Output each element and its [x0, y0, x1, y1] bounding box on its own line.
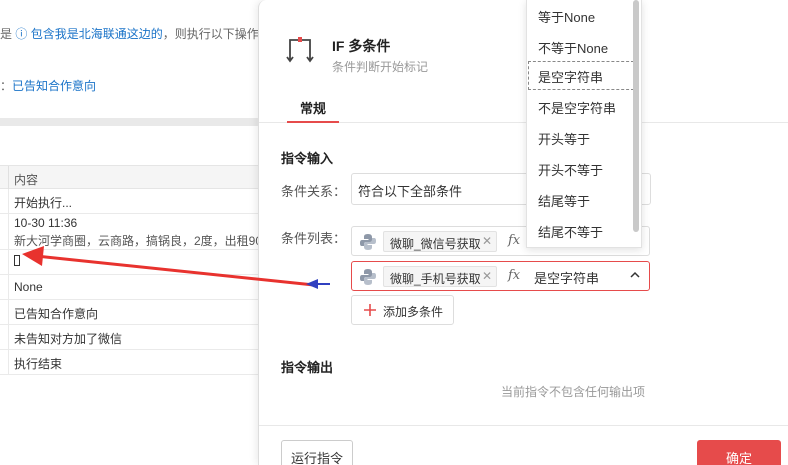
section-output-title: 指令输出 — [281, 360, 334, 375]
empty-value-box — [14, 255, 20, 266]
no-output-message: 当前指令不包含任何输出项 — [501, 385, 646, 399]
close-icon[interactable]: ✕ — [482, 234, 492, 248]
log-table-header: 内容 — [0, 165, 260, 190]
confirm-button[interactable]: 确定 — [697, 440, 781, 465]
variable-tag[interactable]: 微聊_手机号获取 ✕ — [383, 266, 497, 287]
table-row: 10-30 11:36 新大河学商圈，云商路，搞锅良，2度，出租90 — [0, 214, 260, 250]
branch-icon — [286, 37, 314, 63]
add-condition-button[interactable]: 添加多条件 — [351, 295, 454, 325]
action-summary-line: ：已告知合作意向 — [0, 79, 97, 93]
fx-icon[interactable]: fx — [508, 233, 520, 248]
python-icon — [360, 269, 376, 285]
section-divider — [0, 118, 260, 126]
background-header: 是 ⓘ 包含我是北海联通这边的，则执行以下操作 ：已告知合作意向 — [0, 0, 260, 118]
dropdown-option[interactable]: 开头不等于 — [527, 153, 635, 184]
dropdown-option[interactable]: 不是空字符串 — [527, 91, 635, 122]
dropdown-option[interactable]: 结尾等于 — [527, 184, 635, 215]
relation-label: 条件关系： — [281, 184, 347, 199]
run-command-button[interactable]: 运行指令 — [281, 440, 353, 465]
plus-icon — [364, 304, 376, 316]
dropdown-scrollbar[interactable] — [633, 0, 639, 232]
condition-summary-line: 是 ⓘ 包含我是北海联通这边的，则执行以下操作 — [0, 27, 259, 41]
panel-tabs: 常规 — [259, 93, 788, 123]
action-link[interactable]: 已告知合作意向 — [12, 79, 96, 93]
info-icon: ⓘ — [15, 27, 28, 41]
operator-dropdown: 等于None 不等于None 是空字符串 不是空字符串 开头等于 开头不等于 结… — [526, 0, 642, 248]
python-icon — [360, 234, 376, 250]
section-input-title: 指令输入 — [281, 151, 334, 166]
dropdown-option[interactable]: 开头等于 — [527, 122, 635, 153]
if-condition-panel: IF 多条件 条件判断开始标记 常规 指令输入 条件关系： 符合以下全部条件 条… — [258, 0, 788, 465]
close-icon[interactable]: ✕ — [482, 269, 492, 283]
table-row: 已告知合作意向 — [0, 300, 260, 325]
table-row — [0, 250, 260, 275]
condition-list-label: 条件列表： — [281, 231, 347, 246]
fx-icon[interactable]: fx — [508, 268, 520, 283]
condition-link[interactable]: 包含我是北海联通这边的 — [31, 27, 163, 41]
operator-value[interactable]: 是空字符串 — [534, 268, 599, 287]
dropdown-option[interactable]: 等于None — [527, 0, 635, 31]
dropdown-option[interactable]: 不等于None — [527, 31, 635, 62]
log-table: 内容 开始执行... 10-30 11:36 新大河学商圈，云商路，搞锅良，2度，… — [0, 165, 260, 375]
dropdown-option[interactable]: 结尾不等于 — [527, 215, 635, 246]
table-row: 未告知对方加了微信 — [0, 325, 260, 350]
condition-row-2[interactable]: 微聊_手机号获取 ✕ fx 是空字符串 — [351, 261, 650, 291]
table-row: 执行结束 — [0, 350, 260, 375]
dropdown-option-selected[interactable]: 是空字符串 — [527, 60, 635, 91]
chevron-up-icon[interactable] — [629, 269, 641, 281]
panel-subtitle: 条件判断开始标记 — [332, 60, 429, 74]
variable-tag[interactable]: 微聊_微信号获取 ✕ — [383, 231, 497, 252]
footer-divider — [259, 425, 788, 426]
table-row: None — [0, 275, 260, 300]
tab-general[interactable]: 常规 — [287, 93, 339, 123]
panel-title: IF 多条件 — [332, 38, 391, 54]
table-row: 开始执行... — [0, 189, 260, 214]
